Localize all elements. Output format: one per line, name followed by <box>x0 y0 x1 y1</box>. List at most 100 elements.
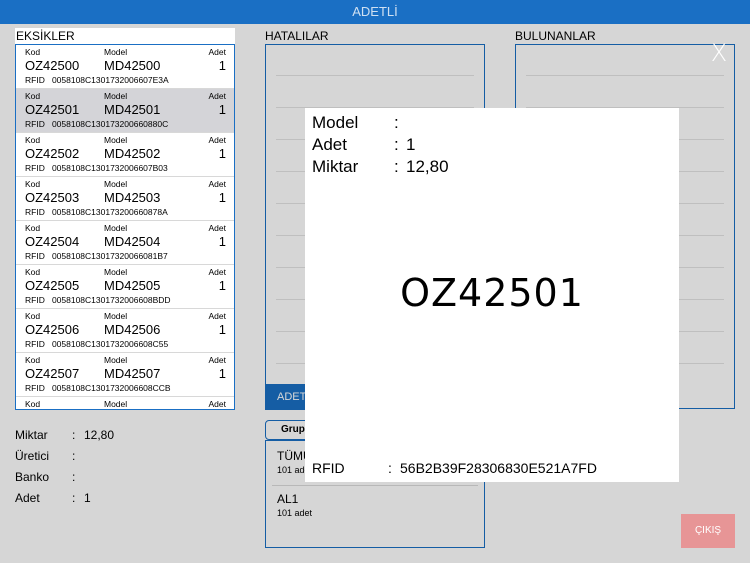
eksikler-list[interactable]: Kod Model Adet OZ42500 MD42500 1 RFID 00… <box>15 44 235 410</box>
rfid-line: RFID 0058108C13017320066081B7 <box>25 251 168 261</box>
adet-value: 1 <box>218 234 226 249</box>
adet-value: 1 <box>218 102 226 117</box>
list-item-selected[interactable]: Kod Model Adet OZ42501 MD42501 1 RFID 00… <box>16 89 234 133</box>
model-label: Model <box>104 223 128 233</box>
adet-value: 1 <box>218 190 226 205</box>
popup-rfid-row: RFID:56B2B39F28306830E521A7FD <box>312 460 597 476</box>
kod-label: Kod <box>25 135 41 145</box>
kod-value: OZ42505 <box>25 278 80 293</box>
kod-value: OZ42506 <box>25 322 80 337</box>
adet-label: Adet <box>208 223 227 233</box>
model-label: Model <box>104 267 128 277</box>
rfid-line: RFID 0058108C1301732006608CCB <box>25 383 171 393</box>
kod-label: Kod <box>25 267 41 277</box>
kod-label: Kod <box>25 47 41 57</box>
adet-label: Adet <box>208 91 227 101</box>
model-label: Model <box>104 355 128 365</box>
rfid-label: RFID <box>25 339 45 349</box>
adet-value: 1 <box>218 146 226 161</box>
kod-label: Kod <box>25 355 41 365</box>
rfid-label: RFID <box>25 119 45 129</box>
model-label: Model <box>104 179 128 189</box>
popup-miktar-value: 12,80 <box>406 157 449 176</box>
rfid-value: 0058108C13017320066081B7 <box>51 251 168 261</box>
cikis-button[interactable]: ÇIKIŞ <box>681 514 735 548</box>
popup-adet-value: 1 <box>406 135 416 154</box>
rfid-line: RFID 0058108C1301732006607E3A <box>25 75 169 85</box>
rfid-label: RFID <box>25 75 45 85</box>
adet-value: 1 <box>218 58 226 73</box>
app-title: ADETLİ <box>352 4 398 19</box>
rfid-value: 0058108C1301732006607B03 <box>51 163 168 173</box>
rfid-label: RFID <box>25 163 45 173</box>
eksikler-title: EKSİKLER <box>15 28 235 44</box>
app-title-bar: ADETLİ <box>0 0 750 24</box>
rfid-label: RFID <box>25 207 45 217</box>
adet-label: Adet <box>208 399 227 409</box>
rfid-value: 0058108C1301732006608CCB <box>51 383 171 393</box>
model-value: MD42504 <box>104 234 161 249</box>
kod-value: OZ42501 <box>25 102 80 117</box>
rfid-line: RFID 0058108C1301732006607B03 <box>25 163 168 173</box>
rfid-value: 0058108C1301732006608C55 <box>51 339 169 349</box>
adet-value: 1 <box>218 366 226 381</box>
list-item[interactable]: Kod Model Adet OZ42503 MD42503 1 RFID 00… <box>16 177 234 221</box>
rfid-label: RFID <box>25 251 45 261</box>
model-value: MD42505 <box>104 278 161 293</box>
rfid-label: RFID <box>25 295 45 305</box>
kod-value: OZ42502 <box>25 146 80 161</box>
popup-miktar-label: Miktar <box>312 157 359 176</box>
popup-rfid-label: RFID <box>312 460 345 476</box>
rfid-label: RFID <box>25 383 45 393</box>
kod-label: Kod <box>25 179 41 189</box>
popup-adet-row: Adet:1 <box>312 135 416 154</box>
kod-label: Kod <box>25 399 41 409</box>
rfid-value: 0058108C1301732006608BDD <box>51 295 171 305</box>
list-item[interactable]: Kod Model Adet OZ42502 MD42502 1 RFID 00… <box>16 133 234 177</box>
kod-label: Kod <box>25 91 41 101</box>
list-item-partial[interactable]: Kod Model Adet <box>16 397 234 409</box>
popup-miktar-row: Miktar:12,80 <box>312 157 449 176</box>
model-label: Model <box>104 399 128 409</box>
list-item[interactable]: Kod Model Adet OZ42505 MD42505 1 RFID 00… <box>16 265 234 309</box>
rfid-line: RFID 0058108C1301732006608C55 <box>25 339 168 349</box>
kod-label: Kod <box>25 311 41 321</box>
kod-label: Kod <box>25 223 41 233</box>
kod-value: OZ42500 <box>25 58 80 73</box>
rfid-value: 0058108C1301732006607E3A <box>51 75 169 85</box>
popup-model-row: Model: <box>312 113 399 132</box>
kod-value: OZ42503 <box>25 190 80 205</box>
adet-label: Adet <box>208 311 227 321</box>
list-item[interactable]: Kod Model Adet OZ42506 MD42506 1 RFID 00… <box>16 309 234 353</box>
popup-product-code: OZ42501 <box>400 271 584 315</box>
kod-value: OZ42504 <box>25 234 80 249</box>
model-label: Model <box>104 91 128 101</box>
rfid-line: RFID 0058108C1301732006608BDD <box>25 295 171 305</box>
adet-label: Adet <box>208 355 227 365</box>
adet-label: Adet <box>208 47 227 57</box>
list-item[interactable]: Kod Model Adet OZ42504 MD42504 1 RFID 00… <box>16 221 234 265</box>
adet-value: 1 <box>218 322 226 337</box>
rfid-line: RFID 0058108C130173200660878A <box>25 207 168 217</box>
popup-model-label: Model <box>312 113 359 132</box>
model-label: Model <box>104 311 128 321</box>
close-icon[interactable]: X <box>709 41 729 65</box>
adet-label: Adet <box>208 179 227 189</box>
list-item[interactable]: Kod Model Adet OZ42500 MD42500 1 RFID 00… <box>16 45 234 89</box>
item-detail-popup: Model: Adet:1 Miktar:12,80 OZ42501 RFID:… <box>305 108 679 482</box>
model-value: MD42502 <box>104 146 161 161</box>
rfid-value: 0058108C130173200660880C <box>51 119 169 129</box>
adet-label: Adet <box>208 267 227 277</box>
list-item[interactable]: Kod Model Adet OZ42507 MD42507 1 RFID 00… <box>16 353 234 397</box>
model-value: MD42501 <box>104 102 161 117</box>
model-value: MD42506 <box>104 322 161 337</box>
rfid-value: 0058108C130173200660878A <box>51 207 168 217</box>
model-label: Model <box>104 135 128 145</box>
popup-adet-label: Adet <box>312 135 347 154</box>
model-value: MD42507 <box>104 366 161 381</box>
model-label: Model <box>104 47 128 57</box>
adet-label: Adet <box>208 135 227 145</box>
popup-rfid-value: 56B2B39F28306830E521A7FD <box>400 460 597 476</box>
rfid-line: RFID 0058108C130173200660880C <box>25 119 168 129</box>
kod-value: OZ42507 <box>25 366 80 381</box>
